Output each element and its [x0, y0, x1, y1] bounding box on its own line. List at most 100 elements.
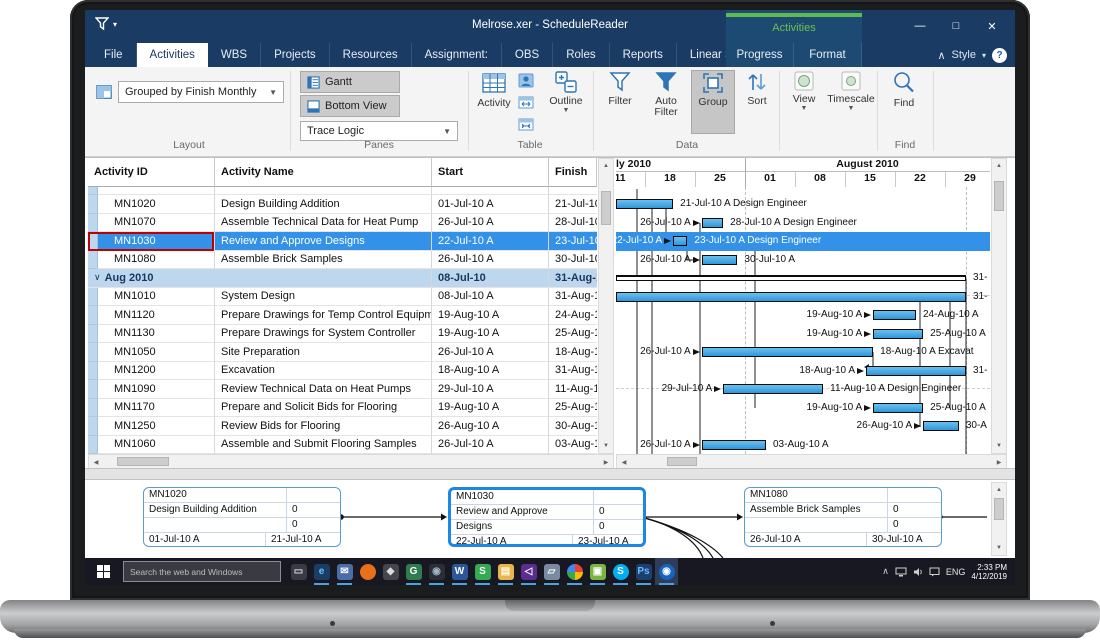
taskbar-search-input[interactable]: Search the web and Windows	[123, 561, 281, 582]
ribbon-tab-assignment-[interactable]: Assignment:	[412, 43, 502, 67]
ribbon-tab-file[interactable]: File	[91, 43, 137, 67]
gantt-row[interactable]: 26-Jul-10 A28-Jul-10 A Design Engineer	[616, 214, 990, 233]
table-row[interactable]: MN1070Assemble Technical Data for Heat P…	[88, 214, 597, 233]
table-row[interactable]: MN1200Excavation18-Aug-10 A31-Aug-1	[88, 362, 597, 381]
scroll-down-arrow[interactable]: ▼	[992, 541, 1006, 555]
collapse-chevron-icon[interactable]: ∨	[94, 272, 101, 283]
bottom-view-dropdown[interactable]: Trace Logic▼	[300, 121, 458, 141]
network-icon[interactable]	[895, 567, 907, 577]
table-row[interactable]: MN1120Prepare Drawings for Temp Control …	[88, 306, 597, 325]
ribbon-tab-projects[interactable]: Projects	[261, 43, 330, 67]
gantt-pane-toggle[interactable]: Gantt	[300, 71, 400, 93]
gantt-row[interactable]: 31-	[616, 269, 990, 288]
trace-activity-box[interactable]: MN1030Review and Approve0Designs022-Jul-…	[448, 487, 646, 547]
mail-app-icon[interactable]: ✉	[333, 558, 356, 585]
gantt-row[interactable]: 26-Jul-10 A30-Jul-10 A	[616, 251, 990, 270]
gantt-row[interactable]: 18-Aug-10 A31-	[616, 362, 990, 381]
style-menu[interactable]: Style	[952, 49, 976, 61]
scroll-right-arrow[interactable]: ▶	[599, 455, 613, 469]
gantt-hscroll-thumb[interactable]	[667, 457, 697, 466]
gantt-row[interactable]: 19-Aug-10 A25-Aug-10 A	[616, 399, 990, 418]
gantt-row[interactable]: 29-Jul-10 A11-Aug-10 A Design Engineer	[616, 380, 990, 399]
find-button[interactable]: Find	[881, 70, 927, 134]
ribbon-tab-activities[interactable]: Activities	[137, 43, 208, 67]
gantt-row[interactable]: 19-Aug-10 A24-Aug-10 A	[616, 306, 990, 325]
camera-app-icon[interactable]: ◉	[425, 558, 448, 585]
task-bar[interactable]	[923, 421, 959, 431]
scroll-right-arrow[interactable]: ▶	[992, 455, 1006, 469]
column-header-activity-name[interactable]: Activity Name	[215, 158, 432, 187]
task-bar[interactable]	[702, 218, 723, 228]
table-row[interactable]: MN1010System Design08-Jul-10 A31-Aug-1	[88, 288, 597, 307]
table-row[interactable]: MN1060Assemble and Submit Flooring Sampl…	[88, 436, 597, 455]
style-caret-icon[interactable]: ▾	[982, 51, 986, 60]
task-bar[interactable]	[616, 199, 673, 209]
gantt-row[interactable]: 26-Jul-10 A18-Aug-10 A Excavat	[616, 343, 990, 362]
schedulereader-icon[interactable]: ◉	[655, 558, 678, 585]
scroll-up-arrow[interactable]: ▲	[992, 483, 1006, 497]
minimize-button[interactable]: —	[907, 16, 933, 36]
ribbon-tab-wbs[interactable]: WBS	[208, 43, 261, 67]
maximize-button[interactable]: □	[943, 16, 969, 36]
table-row[interactable]: MN1250Review Bids for Flooring26-Aug-10 …	[88, 417, 597, 436]
bottom-view-toggle[interactable]: Bottom View	[300, 95, 400, 117]
ribbon-tab-obs[interactable]: OBS	[502, 43, 553, 67]
table-row[interactable]: MN1130Prepare Drawings for System Contro…	[88, 325, 597, 344]
auto-filter-button[interactable]: Auto Filter	[643, 70, 689, 134]
photos-app-icon[interactable]: ▣	[586, 558, 609, 585]
skype-icon[interactable]: S	[609, 558, 632, 585]
ribbon-tab-resources[interactable]: Resources	[330, 43, 412, 67]
column-header-activity-id[interactable]: Activity ID	[88, 158, 215, 187]
tray-expand-icon[interactable]: ∧	[882, 566, 889, 577]
ribbon-tab-format[interactable]: Format	[794, 43, 862, 67]
scroll-left-arrow[interactable]: ◀	[89, 455, 103, 469]
summary-bar[interactable]	[616, 275, 966, 281]
task-bar[interactable]	[673, 236, 687, 246]
task-bar[interactable]	[873, 329, 923, 339]
group-row[interactable]: ∨Aug 201008-Jul-1031-Aug-1	[88, 269, 597, 288]
gantt-row[interactable]: 21-Jul-10 A Design Engineer	[616, 195, 990, 214]
inkscape-icon[interactable]: ◆	[379, 558, 402, 585]
gantt-row[interactable]: 22-Jul-10 A23-Jul-10 A Design Engineer	[616, 232, 990, 251]
internet-explorer-icon[interactable]: e	[310, 558, 333, 585]
trace-vscroll-thumb[interactable]	[994, 498, 1004, 520]
volume-icon[interactable]	[913, 567, 923, 577]
sort-button[interactable]: Sort	[737, 70, 777, 134]
insert-column-icon[interactable]	[517, 95, 535, 111]
scroll-left-arrow[interactable]: ◀	[617, 455, 631, 469]
gantt-row[interactable]: 31-	[616, 288, 990, 307]
action-center-icon[interactable]	[929, 567, 940, 577]
trace-activity-box[interactable]: MN1080Assemble Brick Samples0026-Jul-10 …	[744, 487, 942, 547]
scroll-up-arrow[interactable]: ▲	[992, 159, 1006, 173]
language-indicator[interactable]: ENG	[946, 567, 966, 577]
table-row[interactable]: MN1020Design Building Addition01-Jul-10 …	[88, 195, 597, 214]
visual-studio-icon[interactable]: ◁	[517, 558, 540, 585]
firefox-icon[interactable]	[356, 558, 379, 585]
task-bar[interactable]	[616, 292, 966, 302]
table-row[interactable]: MN1080Assemble Brick Samples26-Jul-10 A3…	[88, 251, 597, 270]
layout-dropdown[interactable]: Grouped by Finish Monthly▼	[118, 81, 284, 103]
scroll-down-arrow[interactable]: ▼	[992, 439, 1006, 453]
start-button[interactable]	[85, 558, 121, 585]
task-bar[interactable]	[873, 310, 916, 320]
task-bar[interactable]	[723, 384, 823, 394]
gantt-hscrollbar[interactable]: ◀ ▶	[616, 454, 1007, 469]
task-bar[interactable]	[702, 347, 873, 357]
column-header-finish[interactable]: Finish	[549, 158, 597, 187]
taskbar-clock[interactable]: 2:33 PM 4/12/2019	[971, 563, 1007, 581]
table-hscroll-thumb[interactable]	[117, 457, 169, 466]
trace-activity-box[interactable]: MN1020Design Building Addition0001-Jul-1…	[143, 487, 341, 547]
spreadsheet-app-icon[interactable]: S	[471, 558, 494, 585]
collapse-ribbon-icon[interactable]: ∧	[937, 49, 945, 62]
task-view-icon[interactable]: ▭	[287, 558, 310, 585]
timescale-button[interactable]: Timescale ▼	[825, 70, 877, 134]
green-app-icon[interactable]: G	[402, 558, 425, 585]
filter-button[interactable]: Filter	[597, 70, 643, 134]
gantt-row[interactable]: 26-Jul-10 A03-Aug-10 A	[616, 436, 990, 455]
table-row[interactable]: MN1030Review and Approve Designs22-Jul-1…	[88, 232, 597, 251]
table-row[interactable]: MN1090Review Technical Data on Heat Pump…	[88, 380, 597, 399]
table-row[interactable]: MN1050Site Preparation26-Jul-10 A18-Aug-…	[88, 343, 597, 362]
trace-vscrollbar[interactable]: ▲ ▼	[991, 482, 1007, 556]
task-bar[interactable]	[866, 366, 966, 376]
activity-table-button[interactable]: Activity	[471, 70, 517, 134]
